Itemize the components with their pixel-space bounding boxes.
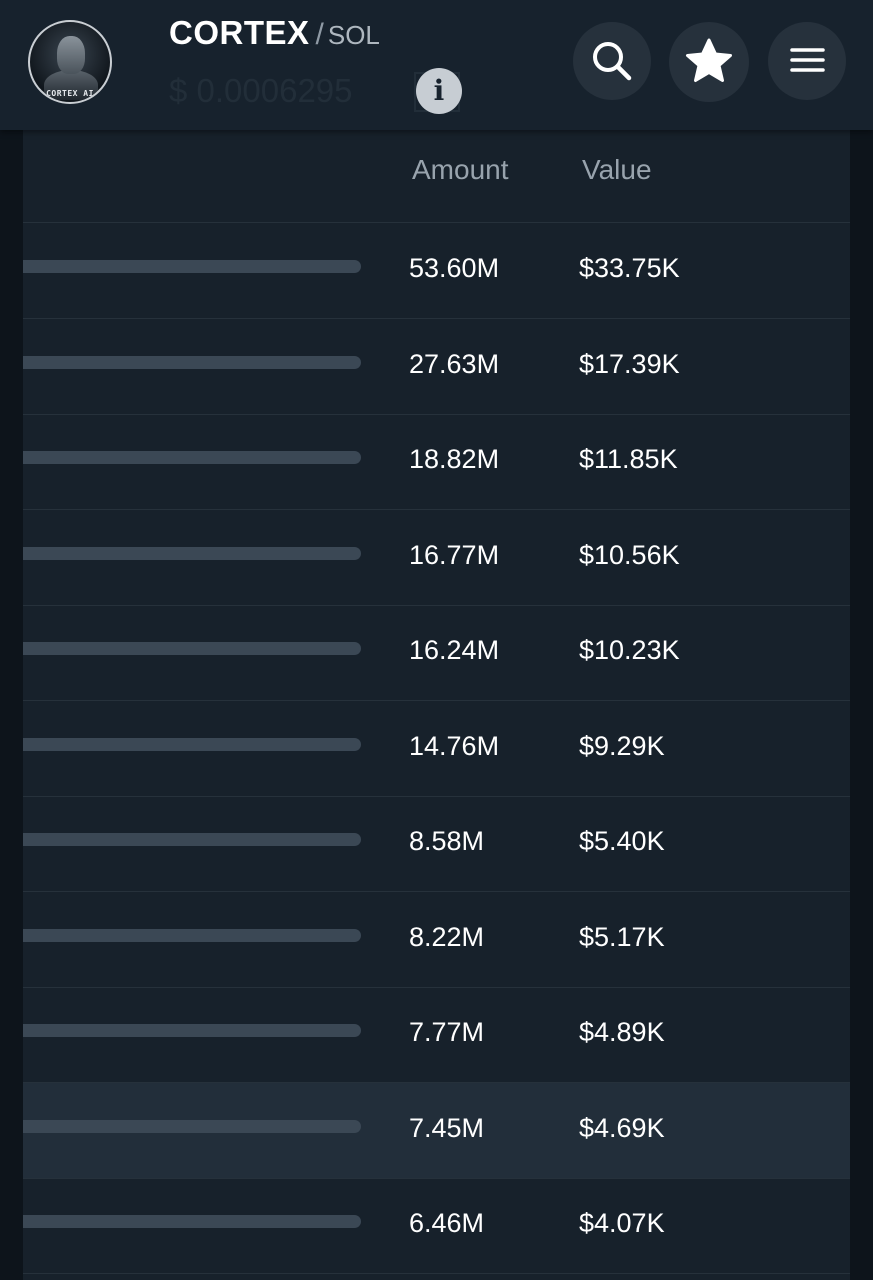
row-amount: 18.82M	[409, 444, 500, 474]
row-value: $10.23K	[579, 635, 680, 665]
row-value: $11.85K	[579, 444, 678, 474]
table-row[interactable]: 14.76M $9.29K	[23, 701, 850, 797]
title-separator: /	[315, 18, 324, 51]
table-row[interactable]: 18.82M $11.85K	[23, 414, 850, 510]
token-pair: SOL	[327, 20, 380, 50]
search-button[interactable]	[573, 22, 651, 100]
token-name: CORTEX	[169, 14, 310, 51]
percentage-bar	[23, 451, 361, 464]
table-row[interactable]: 16.77M $10.56K	[23, 510, 850, 606]
table-row[interactable]: 16.24M $10.23K	[23, 605, 850, 701]
row-value: $5.40K	[579, 826, 665, 856]
row-amount: 8.22M	[409, 922, 485, 952]
row-value: $9.29K	[579, 731, 665, 761]
star-icon	[686, 38, 732, 82]
row-amount: 27.63M	[409, 349, 500, 379]
table-row[interactable]: 7.77M $4.89K	[23, 987, 850, 1083]
table-row[interactable]: 27.63M $17.39K	[23, 319, 850, 415]
table-header: Amount Value	[23, 130, 850, 223]
row-amount: 53.60M	[409, 253, 500, 283]
percentage-bar	[23, 1215, 361, 1228]
holders-table: Amount Value 53.60M $33.75K 27.63M $17.39K 1…	[23, 130, 850, 1280]
row-value: $5.17K	[579, 922, 665, 952]
logo-text: CORTEX AI	[46, 89, 94, 98]
percentage-bar	[23, 260, 361, 273]
percentage-bar	[23, 642, 361, 655]
row-value: $4.69K	[579, 1113, 665, 1143]
row-amount: 16.24M	[409, 635, 500, 665]
row-value: $4.89K	[579, 1017, 665, 1047]
menu-button[interactable]	[768, 22, 846, 100]
column-header-value[interactable]: Value	[582, 154, 652, 186]
row-amount: 8.58M	[409, 826, 485, 856]
info-icon[interactable]: i	[416, 68, 462, 114]
search-icon	[593, 42, 632, 81]
row-value: $17.39K	[579, 349, 680, 379]
percentage-bar	[23, 929, 361, 942]
favorite-button[interactable]	[669, 22, 749, 102]
table-row[interactable]: 8.22M $5.17K	[23, 892, 850, 988]
percentage-bar	[23, 833, 361, 846]
row-value: $4.07K	[579, 1208, 665, 1238]
percentage-bar	[23, 1120, 361, 1133]
row-amount: 7.45M	[409, 1113, 485, 1143]
token-logo[interactable]: CORTEX AI	[28, 20, 112, 104]
table-row[interactable]: 8.58M $5.40K	[23, 796, 850, 892]
table-row[interactable]: 53.60M $33.75K	[23, 223, 850, 319]
column-header-amount[interactable]: Amount	[412, 154, 509, 186]
row-value: $33.75K	[579, 253, 680, 283]
row-value: $10.56K	[579, 540, 680, 570]
table-row[interactable]: 7.45M $4.69K	[23, 1083, 850, 1179]
menu-icon	[790, 48, 825, 72]
logo-figure-head	[57, 36, 85, 74]
percentage-bar	[23, 356, 361, 369]
row-amount: 14.76M	[409, 731, 500, 761]
token-price: $ 0.0006295	[169, 72, 353, 109]
row-amount: 16.77M	[409, 540, 500, 570]
percentage-bar	[23, 738, 361, 751]
table-row[interactable]: 6.46M $4.07K	[23, 1178, 850, 1274]
token-title: CORTEX / SOL	[169, 14, 380, 52]
header: CORTEX AI CORTEX / SOL $ 0.0006295 i	[0, 0, 873, 130]
row-amount: 7.77M	[409, 1017, 485, 1047]
row-amount: 6.46M	[409, 1208, 485, 1238]
percentage-bar	[23, 547, 361, 560]
percentage-bar	[23, 1024, 361, 1037]
page: CORTEX AI CORTEX / SOL $ 0.0006295 i Amo…	[0, 0, 873, 1280]
